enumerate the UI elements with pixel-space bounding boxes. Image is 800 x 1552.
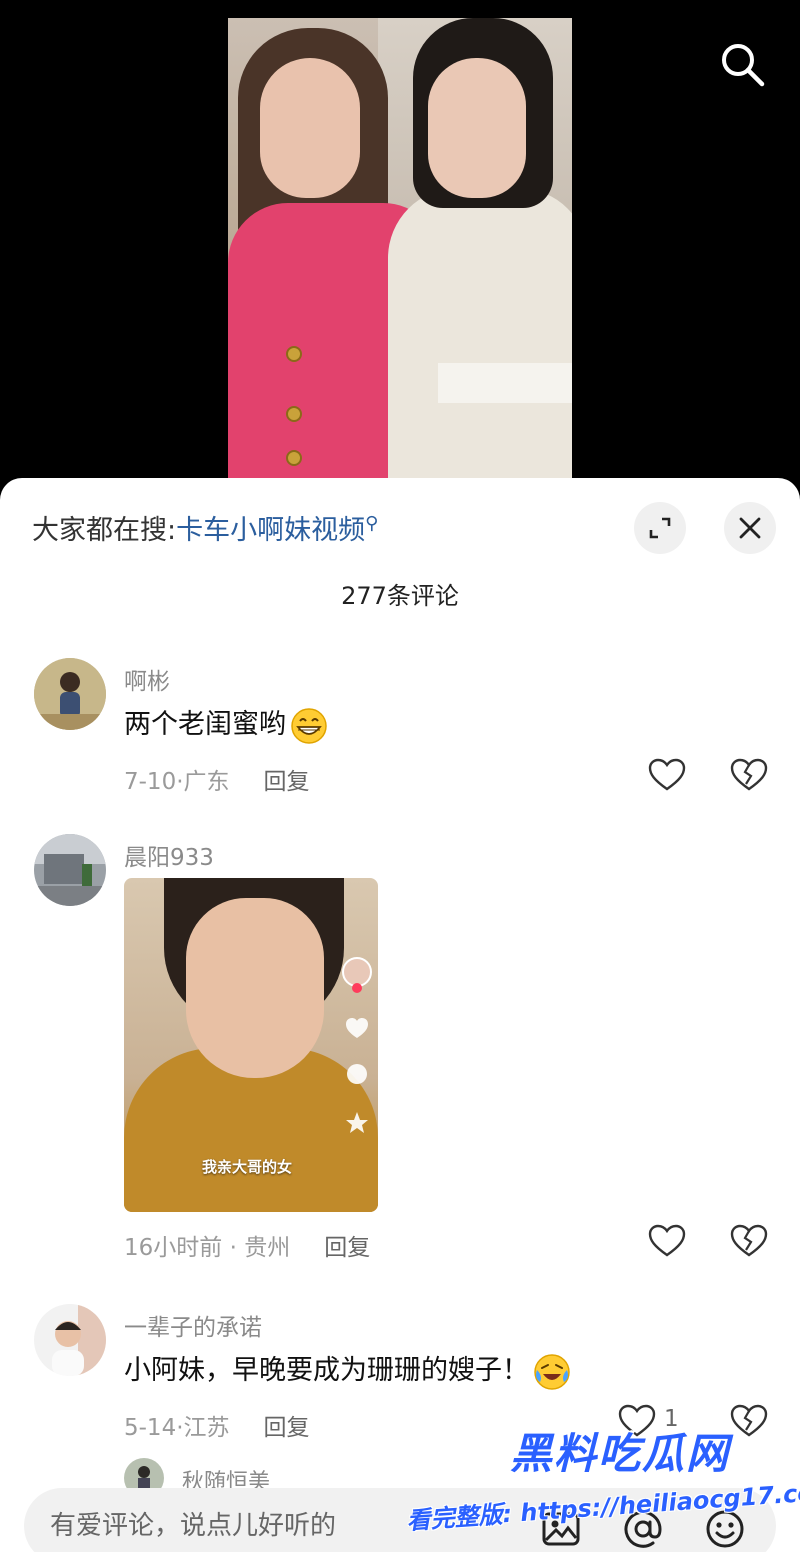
comment-date: 5-14 — [124, 1415, 177, 1441]
like-count: 1 — [664, 1406, 679, 1432]
comment-input[interactable] — [50, 1508, 470, 1544]
close-icon — [739, 517, 761, 539]
reply-button[interactable]: 回复 — [264, 1415, 310, 1441]
comment-date: 16小时前 — [124, 1235, 223, 1261]
broken-heart-icon[interactable] — [730, 1224, 768, 1258]
broken-heart-icon[interactable] — [730, 758, 768, 792]
comment-location: 贵州 — [244, 1235, 291, 1261]
comment-date: 7-10 — [124, 769, 177, 795]
expand-button[interactable] — [634, 502, 686, 554]
expand-icon — [649, 517, 671, 539]
heart-icon[interactable] — [648, 758, 686, 792]
broken-heart-icon[interactable] — [730, 1404, 768, 1438]
avatar[interactable] — [34, 658, 106, 730]
hot-search-keyword[interactable]: 卡车小啊妹视频 — [176, 515, 365, 546]
comment-username[interactable]: 啊彬 — [124, 662, 170, 696]
hot-search-prefix: 大家都在搜: — [32, 515, 177, 546]
comment-text: 小阿妹，早晚要成为珊珊的嫂子！ — [124, 1348, 571, 1391]
comment-meta: 7-10·广东 回复 — [124, 769, 310, 795]
crying-laughing-emoji — [534, 1353, 570, 1390]
comment-text-content: 两个老闺蜜哟 — [124, 709, 286, 740]
search-small-icon: ⚲ — [365, 513, 379, 534]
video-frame[interactable] — [228, 18, 572, 480]
comment-location: 广东 — [183, 769, 230, 795]
comments-count: 277条评论 — [341, 582, 459, 610]
avatar[interactable] — [34, 834, 106, 906]
comment-username[interactable]: 一辈子的承诺 — [124, 1308, 262, 1342]
search-icon[interactable] — [716, 38, 768, 90]
hot-search-bar[interactable]: 大家都在搜:卡车小啊妹视频⚲ — [32, 508, 378, 547]
comment-image[interactable]: 我亲大哥的女 — [124, 878, 378, 1212]
emoji-icon[interactable] — [704, 1508, 746, 1550]
comment-composer — [24, 1488, 776, 1552]
video-player[interactable] — [0, 0, 800, 490]
comment-meta: 5-14·江苏 回复 — [124, 1415, 310, 1441]
video-side-icons — [342, 957, 372, 1133]
comment-image-caption: 我亲大哥的女 — [202, 1158, 293, 1176]
grinning-face-emoji — [291, 707, 327, 744]
comment-username[interactable]: 晨阳933 — [124, 838, 214, 872]
reply-button[interactable]: 回复 — [264, 769, 310, 795]
heart-icon[interactable] — [618, 1404, 656, 1438]
heart-icon[interactable] — [648, 1224, 686, 1258]
image-icon[interactable] — [540, 1508, 582, 1550]
comment-meta: 16小时前 · 贵州 回复 — [124, 1235, 371, 1261]
reply-button[interactable]: 回复 — [324, 1235, 370, 1261]
avatar[interactable] — [34, 1304, 106, 1376]
comment-text-content: 小阿妹，早晚要成为珊珊的嫂子！ — [124, 1355, 529, 1386]
comments-sheet: 大家都在搜:卡车小啊妹视频⚲ 277条评论 啊彬 两个老闺蜜哟 7-10·广东 … — [0, 478, 800, 1552]
comment-location: 江苏 — [183, 1415, 230, 1441]
close-button[interactable] — [724, 502, 776, 554]
mention-icon[interactable] — [622, 1508, 664, 1550]
comment-text: 两个老闺蜜哟 — [124, 702, 328, 745]
